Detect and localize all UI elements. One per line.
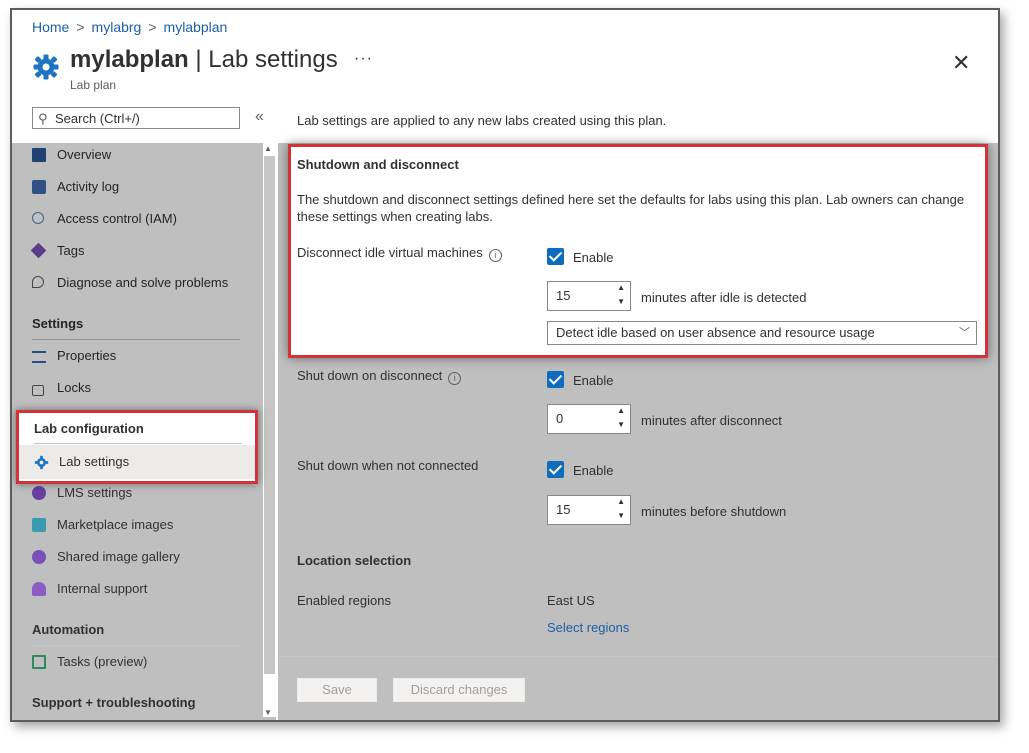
- not-connected-minutes-stepper[interactable]: 15 ▲ ▼: [547, 495, 631, 525]
- sidebar-item-label: Internal support: [57, 581, 148, 596]
- disconnect-minutes-stepper[interactable]: 0 ▲ ▼: [547, 404, 631, 434]
- info-icon[interactable]: i: [448, 372, 462, 385]
- disconnect-idle-enable-label: Enable: [573, 250, 614, 265]
- sidebar-item-tasks[interactable]: Tasks (preview): [32, 647, 258, 677]
- save-button[interactable]: Save: [297, 678, 377, 702]
- shutdown-description: The shutdown and disconnect settings def…: [297, 192, 965, 224]
- stepper-down-icon[interactable]: ▼: [617, 411, 625, 439]
- gear-icon: [34, 455, 49, 470]
- portal-window: Home > mylabrg > mylabplan mylabplan | Lab s…: [10, 8, 1000, 722]
- shutdown-disconnect-enable-label: Enable: [573, 373, 614, 388]
- close-button[interactable]: ✕: [952, 50, 970, 76]
- disconnect-idle-label: Disconnect idle virtual machines i: [297, 245, 502, 262]
- enabled-regions-value: East US: [547, 593, 595, 608]
- more-options-button[interactable]: ···: [354, 50, 373, 68]
- divider: [32, 645, 240, 646]
- disconnect-minutes-value: 0: [556, 411, 564, 426]
- highlight-shutdown-disconnect: Shutdown and disconnect The shutdown and…: [288, 144, 988, 358]
- idle-minutes-suffix: minutes after idle is detected: [641, 290, 807, 305]
- shutdown-disconnect-label: Shut down on disconnect i: [297, 368, 462, 385]
- sidebar-item-marketplace-images[interactable]: Marketplace images: [32, 510, 258, 540]
- discard-changes-button[interactable]: Discard changes: [393, 678, 525, 702]
- gear-icon: [33, 54, 59, 80]
- breadcrumb-resource-group[interactable]: mylabrg: [92, 19, 142, 35]
- disconnect-minutes-suffix: minutes after disconnect: [641, 413, 782, 428]
- disconnect-idle-text: Disconnect idle virtual machines: [297, 245, 483, 260]
- highlight-lab-configuration: Lab configuration Lab settings: [16, 410, 258, 484]
- not-connected-minutes-suffix: minutes before shutdown: [641, 504, 787, 519]
- divider: [278, 656, 998, 657]
- not-connected-minutes-value: 15: [556, 502, 571, 517]
- stepper-down-icon[interactable]: ▼: [617, 502, 625, 530]
- scroll-down-arrow[interactable]: ▼: [264, 708, 272, 717]
- page-subtitle: Lab plan: [70, 78, 117, 92]
- lms-icon: [32, 486, 46, 500]
- sidebar-item-internal-support[interactable]: Internal support: [32, 574, 258, 604]
- sidebar-item-label: Lab settings: [59, 454, 130, 469]
- select-regions-link[interactable]: Select regions: [547, 620, 629, 635]
- page-name: Lab settings: [208, 46, 338, 73]
- info-icon[interactable]: i: [488, 249, 502, 262]
- tasks-icon: [32, 655, 46, 669]
- sidebar-heading-support: Support + troubleshooting: [32, 695, 196, 710]
- idle-minutes-value: 15: [556, 288, 571, 303]
- resource-name: mylabplan: [70, 46, 189, 73]
- idle-minutes-stepper[interactable]: 15 ▲ ▼: [547, 281, 631, 311]
- sidebar-item-lab-settings[interactable]: Lab settings: [19, 445, 255, 479]
- marketplace-icon: [32, 518, 46, 532]
- sidebar-scroll-thumb[interactable]: [264, 156, 275, 674]
- breadcrumb: Home > mylabrg > mylabplan: [32, 19, 228, 35]
- sidebar-item-label: Tasks (preview): [57, 654, 148, 669]
- title-separator: |: [188, 46, 209, 73]
- shutdown-not-connected-enable-label: Enable: [573, 463, 614, 478]
- gallery-icon: [32, 550, 46, 564]
- shutdown-not-connected-label: Shut down when not connected: [297, 458, 479, 473]
- enabled-regions-label: Enabled regions: [297, 593, 391, 608]
- disconnect-idle-checkbox[interactable]: [547, 248, 564, 265]
- sidebar-item-shared-image-gallery[interactable]: Shared image gallery: [32, 542, 258, 572]
- scroll-up-arrow[interactable]: ▲: [264, 144, 272, 153]
- location-heading: Location selection: [297, 553, 412, 568]
- search-icon: ⚲: [38, 111, 48, 126]
- sidebar-item-label: Marketplace images: [57, 517, 174, 532]
- idle-detection-dropdown[interactable]: Detect idle based on user absence and re…: [547, 321, 977, 345]
- shutdown-not-connected-checkbox[interactable]: [547, 461, 564, 478]
- breadcrumb-lab-plan[interactable]: mylabplan: [164, 19, 228, 35]
- collapse-sidebar-button[interactable]: «: [255, 108, 264, 126]
- page-title: mylabplan | Lab settings: [70, 46, 338, 74]
- divider: [34, 443, 242, 444]
- shutdown-disconnect-text: Shut down on disconnect: [297, 368, 443, 383]
- shutdown-heading: Shutdown and disconnect: [297, 157, 459, 172]
- support-icon: [32, 582, 46, 596]
- search-input[interactable]: ⚲ Search (Ctrl+/): [32, 107, 240, 129]
- search-placeholder: Search (Ctrl+/): [55, 111, 140, 126]
- sidebar-item-label: Shared image gallery: [57, 549, 180, 564]
- intro-text: Lab settings are applied to any new labs…: [297, 113, 667, 128]
- idle-detection-value: Detect idle based on user absence and re…: [556, 325, 875, 340]
- chevron-down-icon: ﹀: [959, 327, 970, 339]
- stepper-down-icon[interactable]: ▼: [617, 288, 625, 316]
- sidebar-heading-automation: Automation: [32, 622, 105, 637]
- shutdown-disconnect-checkbox[interactable]: [547, 371, 564, 388]
- breadcrumb-home[interactable]: Home: [32, 19, 69, 35]
- sidebar-heading-lab-configuration: Lab configuration: [34, 421, 144, 436]
